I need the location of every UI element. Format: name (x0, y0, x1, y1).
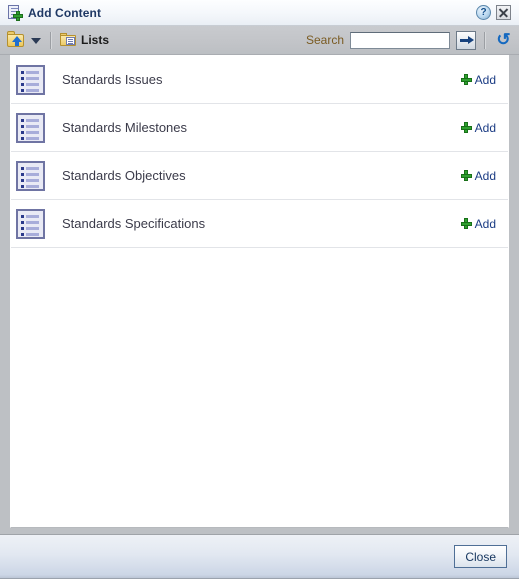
close-icon[interactable] (496, 5, 511, 20)
list-icon (16, 208, 45, 239)
dialog-body: Standards Issues Add Standards Milestone… (0, 55, 519, 534)
toolbar-separator (50, 31, 52, 49)
list-icon (16, 112, 45, 143)
green-plus-icon (460, 170, 472, 181)
add-button[interactable]: Add (460, 120, 496, 135)
add-button[interactable]: Add (460, 216, 496, 231)
table-row[interactable]: Standards Issues Add (11, 56, 508, 104)
green-plus-icon (460, 74, 472, 85)
green-plus-icon (460, 122, 472, 133)
add-label: Add (474, 216, 496, 231)
green-plus-icon (460, 218, 472, 229)
lists-folder-icon (60, 33, 77, 47)
list-item-label: Standards Issues (62, 72, 163, 87)
dialog-footer: Close (0, 534, 519, 579)
help-icon[interactable]: ? (476, 5, 491, 20)
close-button[interactable]: Close (454, 545, 507, 568)
add-label: Add (474, 168, 496, 183)
table-row[interactable]: Standards Objectives Add (11, 152, 508, 200)
breadcrumb-label: Lists (81, 33, 110, 47)
add-content-icon (6, 4, 24, 22)
list-item-label: Standards Milestones (62, 120, 188, 135)
toolbar-left-group: Lists (6, 31, 109, 49)
dialog-toolbar: Lists Search ↺ (0, 26, 519, 55)
folder-up-icon[interactable] (6, 31, 26, 49)
add-label: Add (474, 72, 496, 87)
breadcrumb[interactable]: Lists (60, 33, 109, 47)
list-icon (16, 64, 45, 95)
add-button[interactable]: Add (460, 168, 496, 183)
titlebar-buttons: ? (476, 5, 511, 20)
table-row[interactable]: Standards Specifications Add (11, 200, 508, 248)
toolbar-right-group: Search ↺ (305, 30, 513, 50)
toolbar-separator-2 (484, 31, 486, 49)
add-label: Add (474, 120, 496, 135)
content-list-panel: Standards Issues Add Standards Milestone… (10, 55, 509, 528)
search-go-button[interactable] (456, 30, 476, 50)
chevron-down-icon[interactable] (31, 35, 42, 46)
list-icon (16, 160, 45, 191)
table-row[interactable]: Standards Milestones Add (11, 104, 508, 152)
refresh-icon[interactable]: ↺ (494, 31, 513, 49)
add-content-dialog: Add Content ? Lists Search ↺ Standards I… (0, 0, 519, 579)
list-item-label: Standards Specifications (62, 216, 206, 231)
search-input[interactable] (350, 31, 450, 49)
search-label: Search (305, 33, 344, 47)
list-item-label: Standards Objectives (62, 168, 186, 183)
add-button[interactable]: Add (460, 72, 496, 87)
dialog-titlebar: Add Content ? (0, 0, 519, 26)
page-title: Add Content (28, 5, 102, 20)
